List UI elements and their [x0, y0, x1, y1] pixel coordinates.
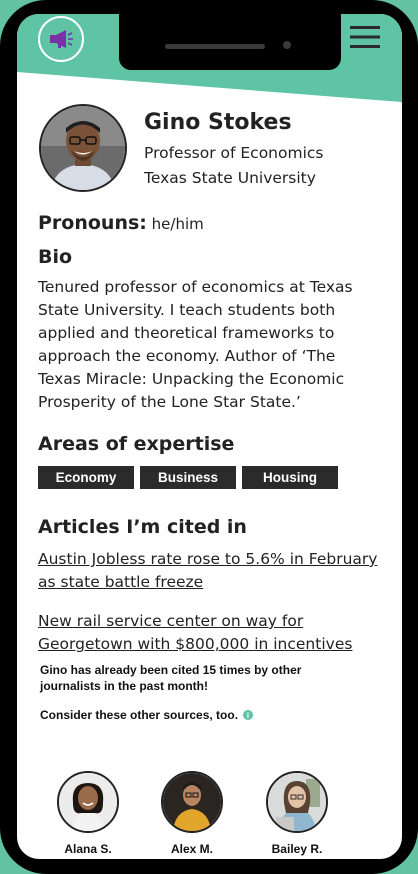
pronouns-row: Pronouns: he/him: [38, 212, 204, 234]
source-name-alex: Alex M.: [170, 842, 213, 856]
article-link-georgetown-rail[interactable]: New rail service center on way for Georg…: [38, 610, 383, 656]
articles-heading: Articles I’m cited in: [38, 516, 247, 538]
source-name-bailey: Bailey R.: [271, 842, 323, 856]
pronouns-label: Pronouns:: [38, 212, 147, 234]
source-avatar-bailey: [266, 771, 328, 833]
bio-heading: Bio: [38, 246, 73, 268]
notch-camera: [283, 41, 291, 49]
consider-sources-row: Consider these other sources, too. i: [40, 708, 254, 722]
expertise-heading: Areas of expertise: [38, 433, 235, 455]
expertise-tag-business[interactable]: Business: [140, 466, 236, 489]
phone-frame: Gino Stokes Professor of Economics Texas…: [0, 0, 418, 874]
device-notch: [119, 14, 341, 70]
profile-university: Texas State University: [144, 169, 316, 187]
citation-notice: Gino has already been cited 15 times by …: [40, 663, 302, 693]
notch-speaker: [165, 44, 265, 49]
hamburger-menu-icon[interactable]: [350, 24, 380, 50]
expertise-tags: Economy Business Housing: [38, 466, 338, 489]
expertise-tag-housing[interactable]: Housing: [242, 466, 338, 489]
article-link-austin-jobless[interactable]: Austin Jobless rate rose to 5.6% in Febr…: [38, 548, 383, 594]
profile-avatar: [39, 104, 127, 192]
megaphone-button[interactable]: [38, 16, 84, 62]
source-avatar-alex: [161, 771, 223, 833]
app-screen: Gino Stokes Professor of Economics Texas…: [17, 14, 402, 859]
profile-title: Professor of Economics: [144, 144, 324, 162]
source-card-bailey[interactable]: Bailey R.: [257, 771, 337, 856]
expertise-tag-economy[interactable]: Economy: [38, 466, 134, 489]
source-card-alex[interactable]: Alex M.: [152, 771, 232, 856]
pronouns-value: he/him: [151, 215, 204, 233]
source-name-alana: Alana S.: [64, 842, 112, 856]
megaphone-icon: [50, 30, 73, 48]
source-card-alana[interactable]: Alana S.: [48, 771, 128, 856]
info-icon[interactable]: i: [243, 710, 254, 720]
bio-text: Tenured professor of economics at Texas …: [38, 278, 353, 411]
profile-name: Gino Stokes: [144, 110, 292, 135]
source-avatar-alana: [57, 771, 119, 833]
consider-sources-text: Consider these other sources, too.: [40, 708, 239, 722]
